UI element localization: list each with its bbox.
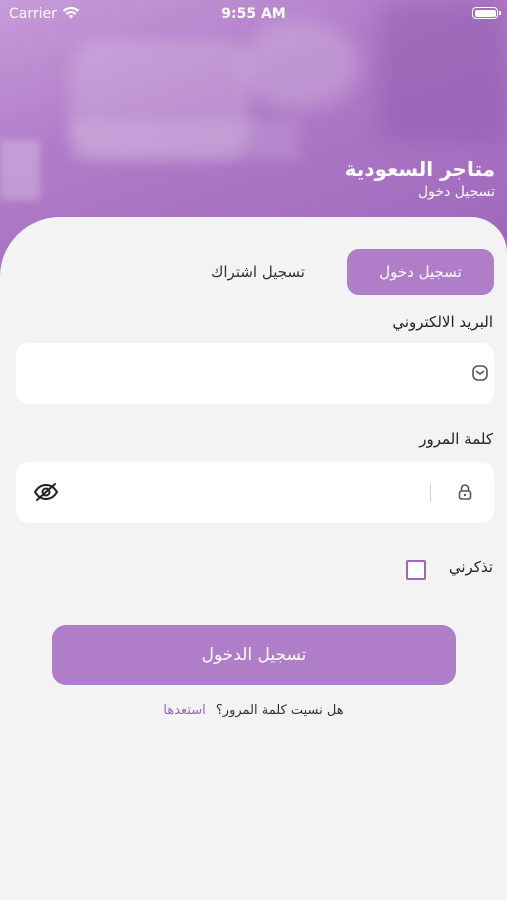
password-label: كلمة المرور xyxy=(419,430,493,448)
mail-icon xyxy=(468,361,492,385)
password-field[interactable] xyxy=(16,462,494,523)
recover-link[interactable]: استعدها xyxy=(163,703,205,718)
status-bar: Carrier 9:55 AM xyxy=(0,0,507,28)
email-label: البريد الالكتروني xyxy=(392,313,493,331)
app-title: متاجر السعودية xyxy=(344,157,495,181)
remember-checkbox[interactable] xyxy=(406,560,426,580)
eye-off-icon[interactable] xyxy=(32,480,60,504)
tab-signup[interactable]: تسجيل اشتراك xyxy=(186,249,330,295)
tab-login[interactable]: تسجيل دخول xyxy=(347,249,494,295)
lock-icon xyxy=(453,480,477,504)
field-divider xyxy=(430,484,431,502)
remember-label: تذكرني xyxy=(448,558,493,576)
battery-icon xyxy=(472,7,501,19)
page-subtitle: تسجيل دخول xyxy=(418,184,495,200)
forgot-password-row: هل نسيت كلمة المرور؟ استعدها xyxy=(0,703,507,718)
forgot-password-text: هل نسيت كلمة المرور؟ xyxy=(215,703,344,718)
login-button[interactable]: تسجيل الدخول xyxy=(52,625,456,685)
clock: 9:55 AM xyxy=(221,6,286,22)
email-field[interactable] xyxy=(16,343,494,404)
